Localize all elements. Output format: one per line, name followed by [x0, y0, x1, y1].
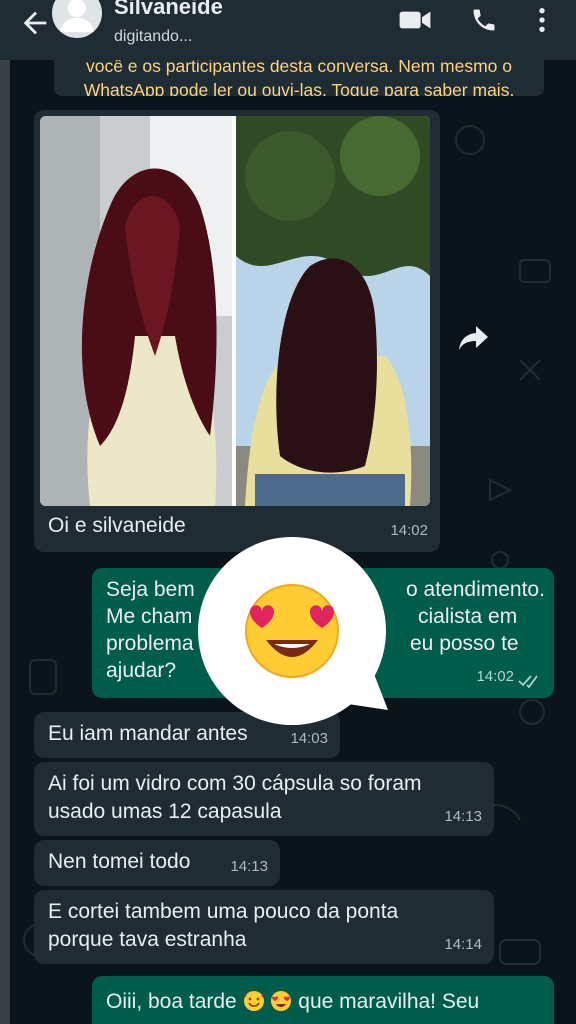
- incoming-message[interactable]: Nen tomei todo 14:13: [34, 840, 280, 886]
- text-fragment: que maravilha! Seu: [298, 990, 480, 1013]
- phone-icon[interactable]: [470, 6, 498, 34]
- encryption-notice[interactable]: você e os participantes desta conversa. …: [54, 60, 544, 96]
- message-text: Oi e silvaneide: [48, 514, 186, 537]
- notice-line-2: WhatsApp pode ler ou ouvi-las. Toque par…: [83, 80, 515, 96]
- read-receipt-icon: [518, 675, 538, 688]
- message-time: 14:02: [390, 522, 428, 539]
- message-time: 14:14: [444, 936, 482, 953]
- message-text-line: Ai foi um vidro com 30 cápsula so foram: [48, 772, 422, 795]
- avatar[interactable]: [52, 0, 102, 38]
- message-text-line: usado umas 12 capasula: [48, 800, 282, 823]
- more-vert-icon[interactable]: [530, 6, 554, 34]
- message-time: 14:02: [476, 668, 514, 685]
- incoming-message[interactable]: E cortei tambem uma pouco da ponta porqu…: [34, 890, 494, 964]
- chat-header: Silvaneide digitando...: [0, 0, 576, 60]
- text-fragment: cialista em: [418, 605, 518, 628]
- message-text-block: Oiii, boa tarde que maravilha! Seu: [106, 988, 479, 1015]
- message-text-line: porque tava estranha: [48, 928, 247, 951]
- hair-photo-collage: [40, 116, 430, 506]
- text-fragment: Oiii, boa tarde: [106, 990, 243, 1013]
- message-time: 14:03: [290, 730, 328, 747]
- text-fragment: o atendimento.: [406, 578, 545, 601]
- text-fragment: Me cham: [106, 605, 193, 628]
- typing-status: digitando...: [114, 28, 193, 45]
- message-time: 14:13: [444, 808, 482, 825]
- text-fragment: ajudar?: [106, 659, 177, 682]
- left-edge: [0, 60, 10, 1024]
- text-fragment: eu posso te: [410, 632, 519, 655]
- outgoing-message[interactable]: Oiii, boa tarde que maravilha! Seu: [92, 976, 554, 1024]
- smiling-hearts-emoji: [243, 990, 265, 1012]
- message-text: Nen tomei todo: [48, 850, 191, 873]
- incoming-message[interactable]: Ai foi um vidro com 30 cápsula so foram …: [34, 762, 494, 836]
- video-call-icon[interactable]: [398, 6, 432, 34]
- notice-line-1: você e os participantes desta conversa. …: [85, 60, 513, 76]
- contact-name[interactable]: Silvaneide: [114, 0, 223, 20]
- arrow-left-icon[interactable]: [18, 6, 52, 40]
- heart-eyes-emoji: [198, 537, 388, 725]
- text-fragment: problema: [106, 632, 194, 655]
- message-time: 14:13: [230, 858, 268, 875]
- text-fragment: Seja bem: [106, 578, 195, 601]
- hair-photo[interactable]: [40, 116, 430, 506]
- message-text-line: E cortei tambem uma pouco da ponta: [48, 900, 399, 923]
- default-avatar-icon: [60, 0, 94, 32]
- image-message[interactable]: Oi e silvaneide 14:02: [34, 110, 440, 552]
- heart-eyes-emoji-small: [270, 990, 292, 1012]
- forward-icon[interactable]: [448, 312, 500, 364]
